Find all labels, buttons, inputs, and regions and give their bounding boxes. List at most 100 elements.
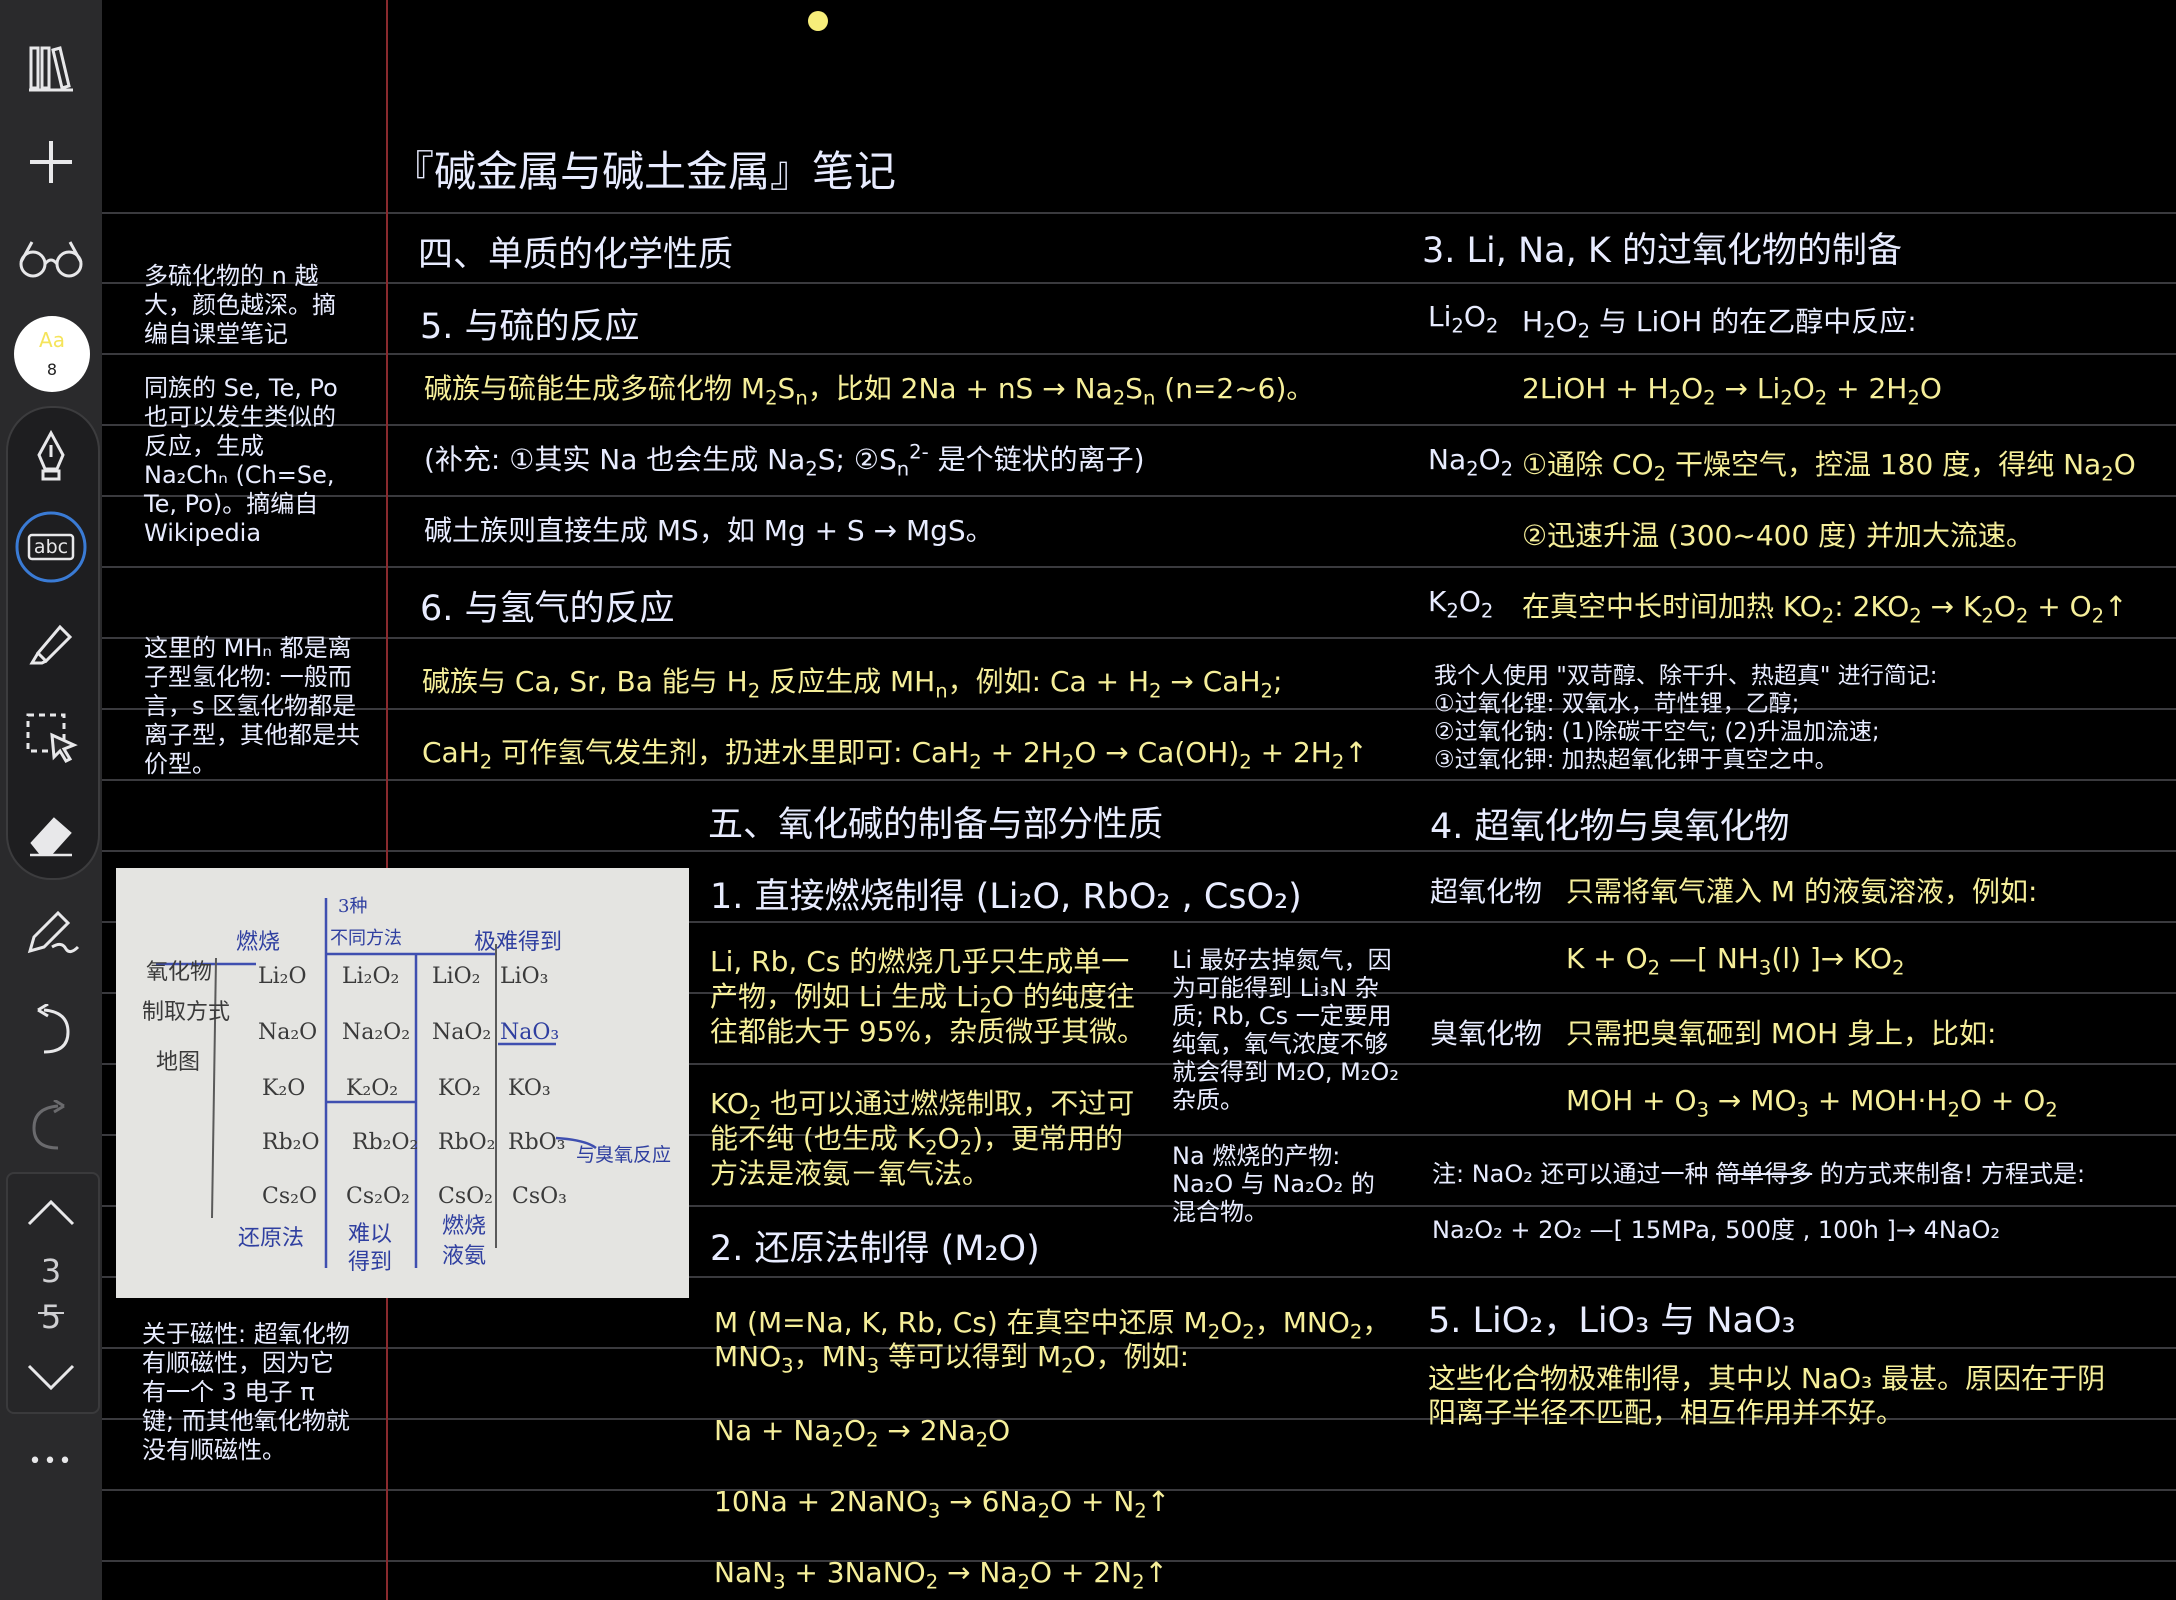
li2o2-eq: 2LiOH + H2O2 → Li2O2 + 2H2O	[1522, 372, 1942, 410]
lasso-select-icon[interactable]	[0, 706, 102, 770]
combustion-paragraph-1: Li, Rb, Cs 的燃烧几乎只生成单一产物，例如 Li 生成 Li2O 的纯…	[710, 945, 1146, 1048]
photo-cell: Na₂O	[258, 1020, 318, 1045]
right-s5-text: 这些化合物极难制得，其中以 NaO₃ 最甚。原因在于阴阳离子半径不匹配，相互作用…	[1428, 1362, 2106, 1429]
photo-cell: RbO₃	[508, 1130, 566, 1155]
photo-foot-reduce: 还原法	[238, 1226, 305, 1251]
memo-line: ③过氧化钾: 加热超氧化钾于真空之中。	[1434, 747, 1838, 773]
nao2-note-prefix: 注: NaO₂ 还可以通过一种	[1432, 1160, 1717, 1188]
photo-col-three: 3种	[338, 896, 368, 917]
sulfur-line-2: (补充: ①其实 Na 也会生成 Na2S; ②Sn2- 是个链状的离子)	[424, 440, 1145, 481]
reduction-intro: M (M=Na, K, Rb, Cs) 在真空中还原 M2O2，MNO2，MNO…	[714, 1306, 1391, 1378]
total-pages: 5	[40, 1298, 62, 1336]
text-style-icon[interactable]: Aa 8	[14, 316, 90, 392]
margin-note-chalcogen: 同族的 Se, Te, Po 也可以发生类似的反应，生成 Na₂Chₙ (Ch=…	[144, 374, 338, 547]
photo-cell: Cs₂O₂	[346, 1184, 410, 1209]
rule-line	[102, 353, 2176, 355]
rule-line	[102, 212, 2176, 214]
reduction-eq-3: NaN3 + 3NaNO2 → Na2O + 2N2↑	[714, 1556, 1169, 1594]
photo-cell: Na₂O₂	[342, 1020, 411, 1045]
subsection-2-heading: 2. 还原法制得 (M₂O)	[710, 1229, 1040, 1269]
photo-cell: NaO₃	[500, 1020, 560, 1045]
margin-note-polysulfide: 多硫化物的 n 越大，颜色越深。摘编自课堂笔记	[144, 262, 336, 348]
photo-cell: KO₂	[438, 1076, 481, 1101]
photo-cell: Li₂O₂	[342, 964, 400, 989]
add-icon[interactable]	[0, 132, 102, 192]
ozonide-eq: MOH + O3 → MO3 + MOH·H2O + O2	[1566, 1084, 2058, 1122]
ozonide-label: 臭氧化物	[1430, 1017, 1543, 1050]
k2o2-label: K2O2	[1428, 585, 1494, 623]
reading-glasses-icon[interactable]	[0, 228, 102, 288]
fountain-pen-icon[interactable]	[0, 424, 102, 488]
subsection-1-heading: 1. 直接燃烧制得 (Li₂O, RbO₂ , CsO₂)	[710, 877, 1302, 917]
current-page: 3	[40, 1252, 62, 1290]
rule-line	[102, 424, 2176, 426]
page-up-icon[interactable]	[0, 1188, 102, 1236]
margin-line	[386, 0, 388, 1600]
page-title: 『碱金属与碱土金属』笔记	[392, 147, 897, 196]
nao2-eq: Na₂O₂ + 2O₂ —[ 15MPa, 500度 , 100h ]→ 4Na…	[1432, 1216, 2001, 1244]
text-box-icon[interactable]: abc	[0, 510, 102, 584]
photo-cell: KO₃	[508, 1076, 551, 1101]
text-box-label: abc	[33, 536, 69, 558]
rule-line	[102, 566, 2176, 568]
na2o2-label: Na2O2	[1428, 443, 1514, 481]
k2o2-desc: 在真空中长时间加热 KO2: 2KO2 → K2O2 + O2↑	[1522, 590, 2128, 628]
margin-note-hydride: 这里的 MHₙ 都是离子型氢化物: 一般而言，s 区氢化物都是离子型，其他都是共…	[144, 634, 360, 778]
photo-foot-burn: 液氨	[442, 1244, 487, 1269]
na2o2-step-2: ②迅速升温 (300~400 度) 并加大流速。	[1522, 519, 2034, 552]
photo-cell: Rb₂O₂	[352, 1130, 419, 1155]
redo-icon[interactable]	[0, 1094, 102, 1158]
section-4-heading: 四、单质的化学性质	[418, 235, 734, 275]
reduction-eq-2: 10Na + 2NaNO3 → 6Na2O + N2↑	[714, 1485, 1171, 1523]
nao2-note-suffix: 的方式来制备! 方程式是:	[1812, 1160, 2086, 1188]
nao2-note: 注: NaO₂ 还可以通过一种 简单得多 的方式来制备! 方程式是:	[1432, 1154, 2085, 1189]
photo-cell: K₂O	[262, 1076, 306, 1101]
margin-note-magnetism: 关于磁性: 超氧化物有顺磁性，因为它有一个 3 电子 π 键; 而其他氧化物就没…	[142, 1320, 350, 1464]
rule-line	[102, 850, 2176, 852]
photo-cell: Cs₂O	[262, 1184, 317, 1209]
rule-line	[102, 708, 2176, 710]
handwritten-table-photo[interactable]: 氧化物 制取方式 地图 燃烧 3种 不同方法 极难得到 Li₂O Li₂O₂ L…	[116, 868, 689, 1298]
text-size-value: 8	[46, 360, 58, 379]
hydrogen-line-2: CaH2 可作氢气发生剂，扔进水里即可: CaH2 + 2H2O → Ca(OH…	[422, 736, 1368, 774]
combustion-paragraph-2: KO2 也可以通过燃烧制取，不过可能不纯 (也生成 K2O2)，更常用的方法是液…	[710, 1087, 1135, 1190]
page-down-icon[interactable]	[0, 1356, 102, 1396]
superoxide-desc: 只需将氧气灌入 M 的液氨溶液，例如:	[1566, 875, 2038, 908]
more-icon[interactable]: •••	[0, 1446, 102, 1476]
reduction-eq-1: Na + Na2O2 → 2Na2O	[714, 1414, 1011, 1452]
rule-line	[102, 779, 2176, 781]
photo-cell: LiO₃	[500, 964, 549, 989]
left-toolbar: Aa 8 abc 3 5 •••	[0, 0, 103, 1600]
photo-col-burn: 燃烧	[236, 930, 281, 955]
photo-col-three: 不同方法	[330, 928, 402, 949]
photo-cell: Li₂O	[258, 964, 307, 989]
superoxide-label: 超氧化物	[1430, 875, 1543, 908]
photo-cell: K₂O₂	[346, 1076, 399, 1101]
photo-cell: CsO₃	[512, 1184, 567, 1209]
sulfur-line-1: 碱族与硫能生成多硫化物 M2Sn，比如 2Na + nS → Na2Sn (n=…	[424, 372, 1315, 410]
undo-icon[interactable]	[0, 998, 102, 1062]
photo-col-hard: 极难得到	[474, 930, 563, 955]
combustion-note-na: Na 燃烧的产物: Na₂O 与 Na₂O₂ 的混合物。	[1172, 1142, 1375, 1226]
photo-cell: NaO₂	[432, 1020, 492, 1045]
photo-side-label: 地图	[156, 1050, 201, 1075]
photo-cell: CsO₂	[438, 1184, 493, 1209]
right-s5-heading: 5. LiO₂，LiO₃ 与 NaO₃	[1428, 1301, 1796, 1341]
right-s4-heading: 4. 超氧化物与臭氧化物	[1430, 807, 1790, 847]
photo-ozone-label: 与臭氧反应	[576, 1144, 672, 1166]
library-icon[interactable]	[0, 38, 102, 98]
li2o2-label: Li2O2	[1428, 300, 1499, 338]
pen-settings-icon[interactable]	[0, 900, 102, 964]
note-page[interactable]: 『碱金属与碱土金属』笔记 多硫化物的 n 越大，颜色越深。摘编自课堂笔记 同族的…	[102, 0, 2176, 1600]
highlighter-icon[interactable]	[0, 612, 102, 676]
right-s3-heading: 3. Li, Na, K 的过氧化物的制备	[1422, 231, 1902, 271]
combustion-note-li: Li 最好去掉氮气，因为可能得到 Li₃N 杂质; Rb, Cs 一定要用纯氧，…	[1172, 946, 1399, 1114]
rule-line	[102, 495, 2176, 497]
eraser-icon[interactable]	[0, 802, 102, 866]
ozonide-desc: 只需把臭氧砸到 MOH 身上，比如:	[1566, 1017, 1997, 1050]
superoxide-eq: K + O2 —[ NH3(l) ]→ KO2	[1566, 942, 1905, 980]
photo-cell: Rb₂O	[262, 1130, 320, 1155]
li2o2-desc: H2O2 与 LiOH 的在乙醇中反应:	[1522, 305, 1917, 343]
rule-line	[102, 282, 2176, 284]
page-dot	[808, 11, 828, 31]
